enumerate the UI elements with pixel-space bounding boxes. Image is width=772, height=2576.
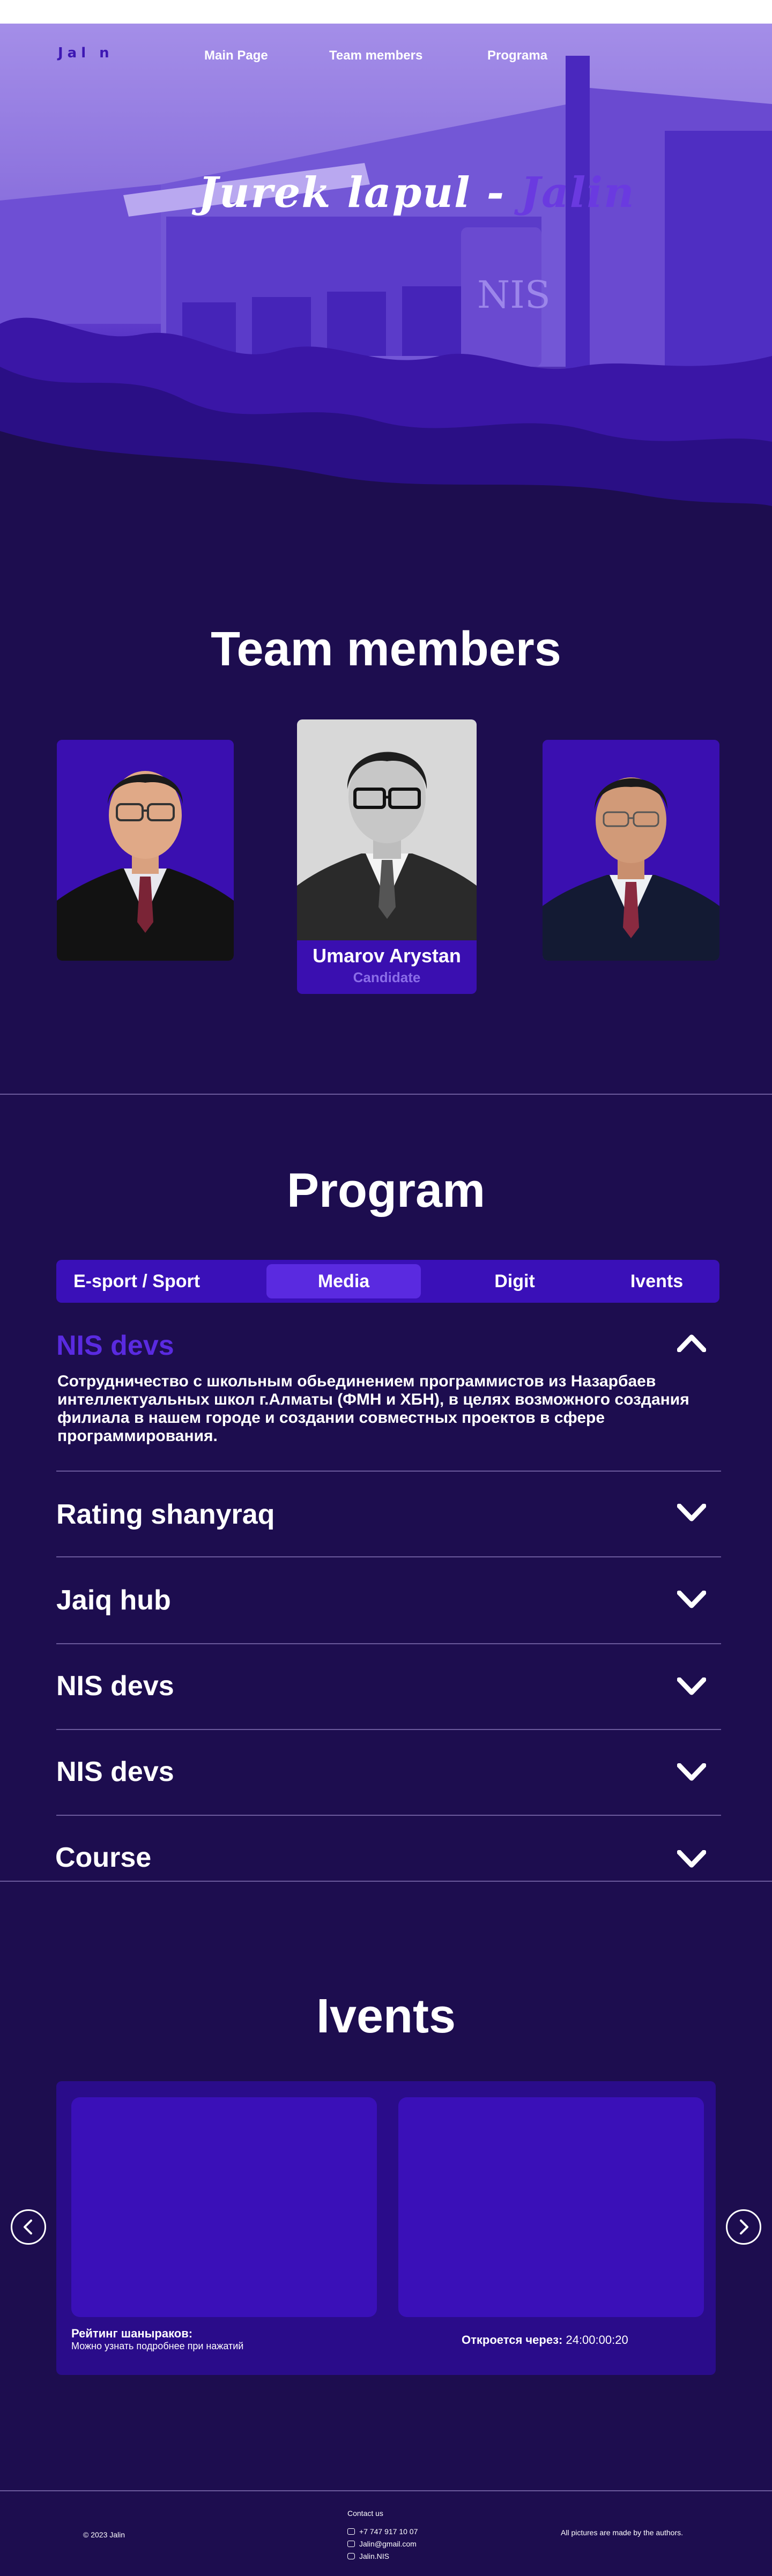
team-member-card-featured[interactable]: Umarov Arystan Candidate <box>297 719 477 994</box>
rights-note: All pictures are made by the authors. <box>561 2528 684 2537</box>
accordion-title: Jaiq hub <box>56 1585 171 1616</box>
contact-email[interactable]: Jalin@gmail.com <box>347 2540 417 2548</box>
countdown-time: 24:00:00:20 <box>566 2333 628 2347</box>
program-section: Program E-sport / Sport Media Digit Iven… <box>0 1094 772 1882</box>
tab-esport-sport[interactable]: E-sport / Sport <box>62 1264 212 1298</box>
nav-main-page[interactable]: Main Page <box>204 48 268 63</box>
rating-title: Рейтинг шаныраков: <box>71 2327 193 2340</box>
contact-title: Contact us <box>347 2509 383 2518</box>
accordion-title: NIS devs <box>56 1671 174 1702</box>
arrow-right-icon <box>740 2219 748 2234</box>
accordion-title: NIS devs <box>56 1330 174 1361</box>
accordion-title: Rating shanyraq <box>56 1499 275 1530</box>
events-title: Ivents <box>316 1989 456 2043</box>
phone-text: +7 747 917 10 07 <box>359 2527 418 2536</box>
countdown-label: Откроется через: <box>462 2333 563 2347</box>
instagram-text: Jalin.NIS <box>359 2552 390 2560</box>
hero-title: Jurek lapul - Jalin <box>198 168 635 217</box>
accordion-item-rating-shanyraq[interactable]: Rating shanyraq <box>56 1472 721 1557</box>
carousel-next-button[interactable] <box>726 2209 761 2245</box>
accordion-body: Сотрудничество с школьным обьединением п… <box>57 1372 689 1445</box>
accordion-item-nis-devs-3[interactable]: NIS devs <box>56 1730 721 1816</box>
tab-digit[interactable]: Digit <box>450 1264 579 1298</box>
featured-member-role: Candidate <box>353 969 421 985</box>
featured-member-name: Umarov Arystan <box>313 945 461 967</box>
team-section: Team members Umarov Arystan Candidate <box>0 536 772 1094</box>
member-photo <box>543 740 719 961</box>
countdown: Откроется через: 24:00:00:20 <box>462 2333 628 2347</box>
event-card[interactable] <box>398 2097 704 2317</box>
member-photo <box>297 719 477 940</box>
accordion-item-course[interactable]: Course <box>55 1816 721 1880</box>
logo[interactable]: Jal n <box>58 45 114 61</box>
event-card[interactable] <box>71 2097 377 2317</box>
chevron-down-icon[interactable] <box>677 1677 706 1696</box>
building-sign-text: NIS <box>477 273 551 317</box>
chevron-up-icon[interactable] <box>677 1334 706 1352</box>
contact-instagram[interactable]: Jalin.NIS <box>347 2552 389 2560</box>
contact-phone[interactable]: +7 747 917 10 07 <box>347 2527 418 2536</box>
chevron-down-icon[interactable] <box>677 1850 706 1868</box>
accordion-title: Course <box>55 1842 152 1873</box>
accordion-item-nis-devs-2[interactable]: NIS devs <box>56 1644 721 1730</box>
copyright: © 2023 Jalin <box>83 2530 125 2539</box>
member-photo <box>57 740 234 961</box>
hero-building-illustration: NIS <box>0 24 772 544</box>
program-title: Program <box>286 1164 486 1218</box>
main-navigation: Jal n Main Page Team members Programa <box>0 43 772 64</box>
events-section: Ivents Рейтинг шаныраков: Можно узнать п… <box>0 1882 772 2493</box>
accordion-item-nis-devs[interactable]: NIS devs Сотрудничество с школьным обьед… <box>56 1324 721 1472</box>
footer: © 2023 Jalin Contact us +7 747 917 10 07… <box>0 2490 772 2576</box>
chevron-down-icon[interactable] <box>677 1504 706 1522</box>
email-text: Jalin@gmail.com <box>359 2540 417 2548</box>
chevron-down-icon[interactable] <box>677 1591 706 1609</box>
top-white-bar <box>0 0 772 24</box>
tab-ivents[interactable]: Ivents <box>603 1264 710 1298</box>
accordion-title: NIS devs <box>56 1756 174 1787</box>
team-title: Team members <box>211 622 561 676</box>
carousel-prev-button[interactable] <box>11 2209 46 2245</box>
nav-team-members[interactable]: Team members <box>329 48 422 63</box>
rating-subtitle[interactable]: Можно узнать подробнее при нажатий <box>71 2341 243 2352</box>
tab-media[interactable]: Media <box>266 1264 421 1298</box>
chevron-down-icon[interactable] <box>677 1763 706 1781</box>
hero-section: NIS Jal n Main Page Team members Program… <box>0 24 772 544</box>
phone-icon <box>347 2528 355 2535</box>
hero-title-main: Jurek lapul - <box>198 168 506 217</box>
events-carousel: Рейтинг шаныраков: Можно узнать подробне… <box>56 2081 716 2375</box>
team-member-card-right[interactable] <box>543 740 719 961</box>
mail-icon <box>347 2541 355 2547</box>
program-tabs: E-sport / Sport Media Digit Ivents <box>56 1260 719 1303</box>
nav-programa[interactable]: Programa <box>487 48 547 63</box>
team-member-card-left[interactable] <box>57 740 234 961</box>
accordion-item-jaiq-hub[interactable]: Jaiq hub <box>56 1557 721 1644</box>
instagram-icon <box>347 2553 355 2559</box>
arrow-left-icon <box>24 2219 32 2234</box>
hero-title-accent: Jalin <box>521 168 635 217</box>
